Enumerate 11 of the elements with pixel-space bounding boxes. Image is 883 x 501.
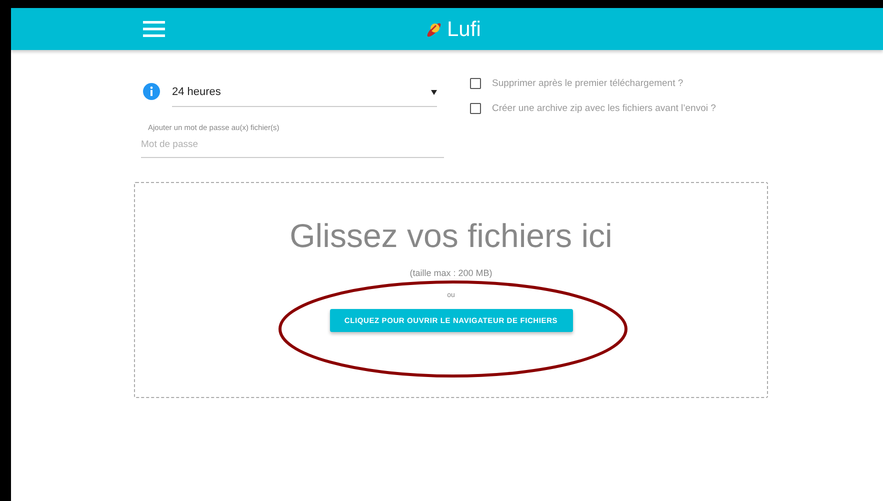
- straw-hat-icon: [425, 21, 443, 39]
- info-icon[interactable]: [143, 83, 160, 100]
- size-limit-text: (taille max : 200 MB): [410, 268, 492, 278]
- drop-zone-title: Glissez vos fichiers ici: [290, 217, 612, 255]
- checkbox[interactable]: [470, 103, 481, 114]
- delay-select[interactable]: 24 heures: [172, 78, 437, 107]
- dropdown-arrow-icon: [431, 90, 437, 94]
- checkbox[interactable]: [470, 78, 481, 89]
- checkbox-label: Supprimer après le premier téléchargement ?: [492, 78, 684, 89]
- app-title: Lufi: [447, 18, 481, 42]
- checkbox-label: Créer une archive zip avec les fichiers avant l’envoi ?: [492, 103, 716, 114]
